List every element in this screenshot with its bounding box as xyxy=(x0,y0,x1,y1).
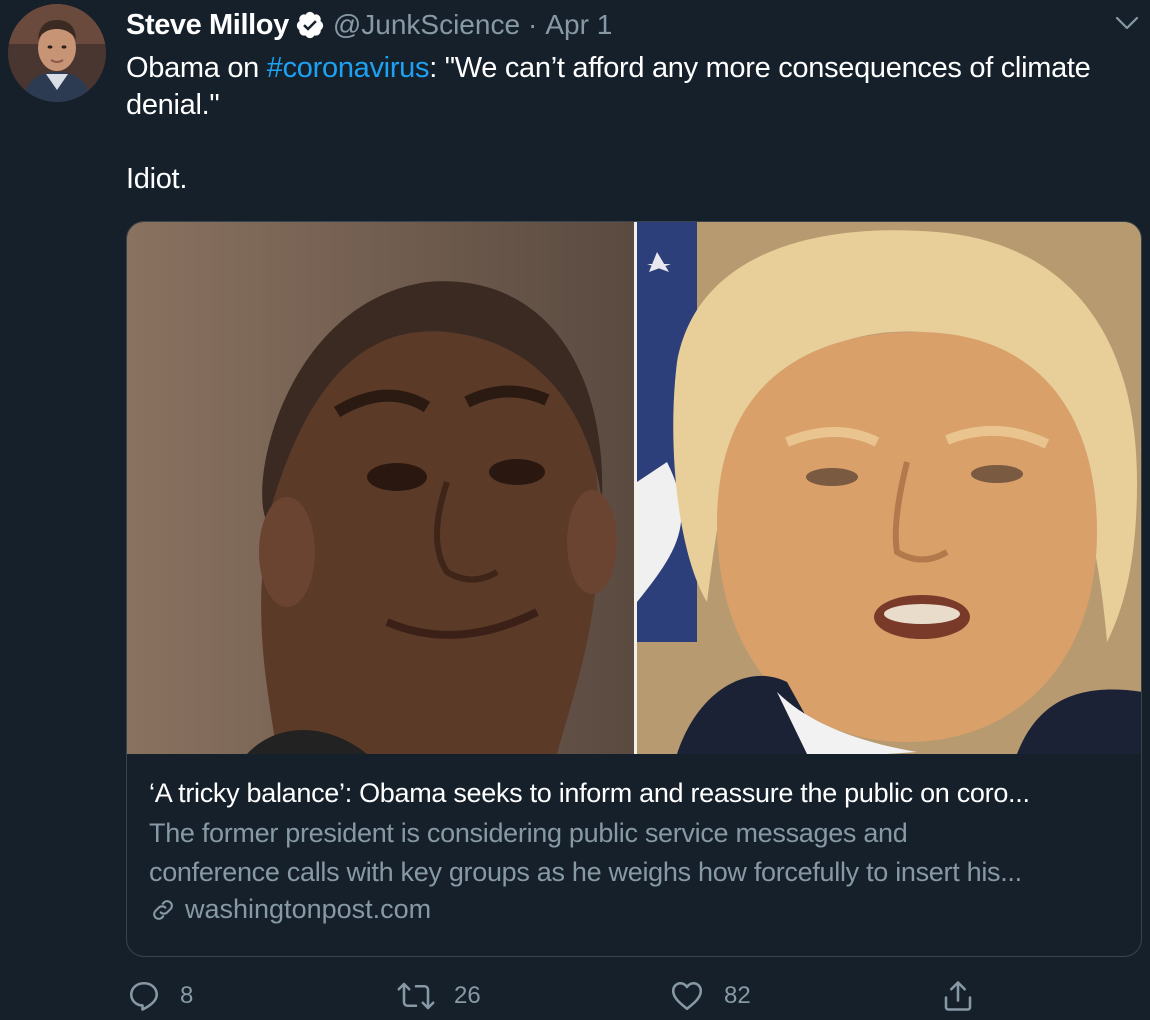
tweet-date[interactable]: Apr 1 xyxy=(545,9,612,41)
reply-icon xyxy=(129,981,159,1011)
retweet-icon xyxy=(397,982,435,1010)
avatar[interactable] xyxy=(8,4,106,102)
card-domain: washingtonpost.com xyxy=(149,894,1129,925)
retweet-button[interactable]: 26 xyxy=(396,978,481,1014)
photo-obama xyxy=(127,222,634,754)
tweet-text: Obama on #coronavirus: "We can’t afford … xyxy=(126,50,1136,198)
tweet-header: Steve Milloy @JunkScience · Apr 1 xyxy=(126,6,612,44)
card-description: The former president is considering publ… xyxy=(149,814,1129,892)
card-description-line: conference calls with key groups as he w… xyxy=(149,857,1022,887)
card-description-line: The former president is considering publ… xyxy=(149,818,908,848)
display-name[interactable]: Steve Milloy xyxy=(126,9,289,42)
share-button[interactable] xyxy=(940,978,976,1014)
like-button[interactable]: 82 xyxy=(668,978,751,1014)
reply-button[interactable]: 8 xyxy=(126,978,193,1014)
card-text: ‘A tricky balance’: Obama seeks to infor… xyxy=(149,775,1129,925)
link-card[interactable]: ‘A tricky balance’: Obama seeks to infor… xyxy=(126,221,1142,957)
separator-dot: · xyxy=(528,9,538,40)
tweet-text-prefix: Obama on xyxy=(126,52,267,84)
chevron-down-icon[interactable] xyxy=(1112,8,1142,38)
action-bar: 8 26 82 xyxy=(126,978,1142,1018)
photo-trump xyxy=(637,222,1141,754)
hashtag-link[interactable]: #coronavirus xyxy=(267,52,430,84)
verified-badge-icon xyxy=(295,10,325,40)
tweet-line: denial." xyxy=(126,89,220,121)
tweet[interactable]: Steve Milloy @JunkScience · Apr 1 Obama … xyxy=(0,0,1150,1020)
heart-icon xyxy=(671,981,703,1011)
handle[interactable]: @JunkScience xyxy=(333,9,520,41)
reply-count: 8 xyxy=(180,982,194,1009)
card-image xyxy=(127,222,1141,754)
tweet-line: Obama on #coronavirus: "We can’t afford … xyxy=(126,50,1136,87)
retweet-count: 26 xyxy=(454,982,481,1009)
card-title: ‘A tricky balance’: Obama seeks to infor… xyxy=(149,778,1030,808)
card-domain-text: washingtonpost.com xyxy=(185,894,432,924)
tweet-line: Idiot. xyxy=(126,163,188,195)
link-icon xyxy=(153,899,173,920)
tweet-text-suffix: : "We can’t afford any more consequences… xyxy=(429,52,1091,84)
share-icon xyxy=(944,981,972,1011)
like-count: 82 xyxy=(724,982,751,1009)
